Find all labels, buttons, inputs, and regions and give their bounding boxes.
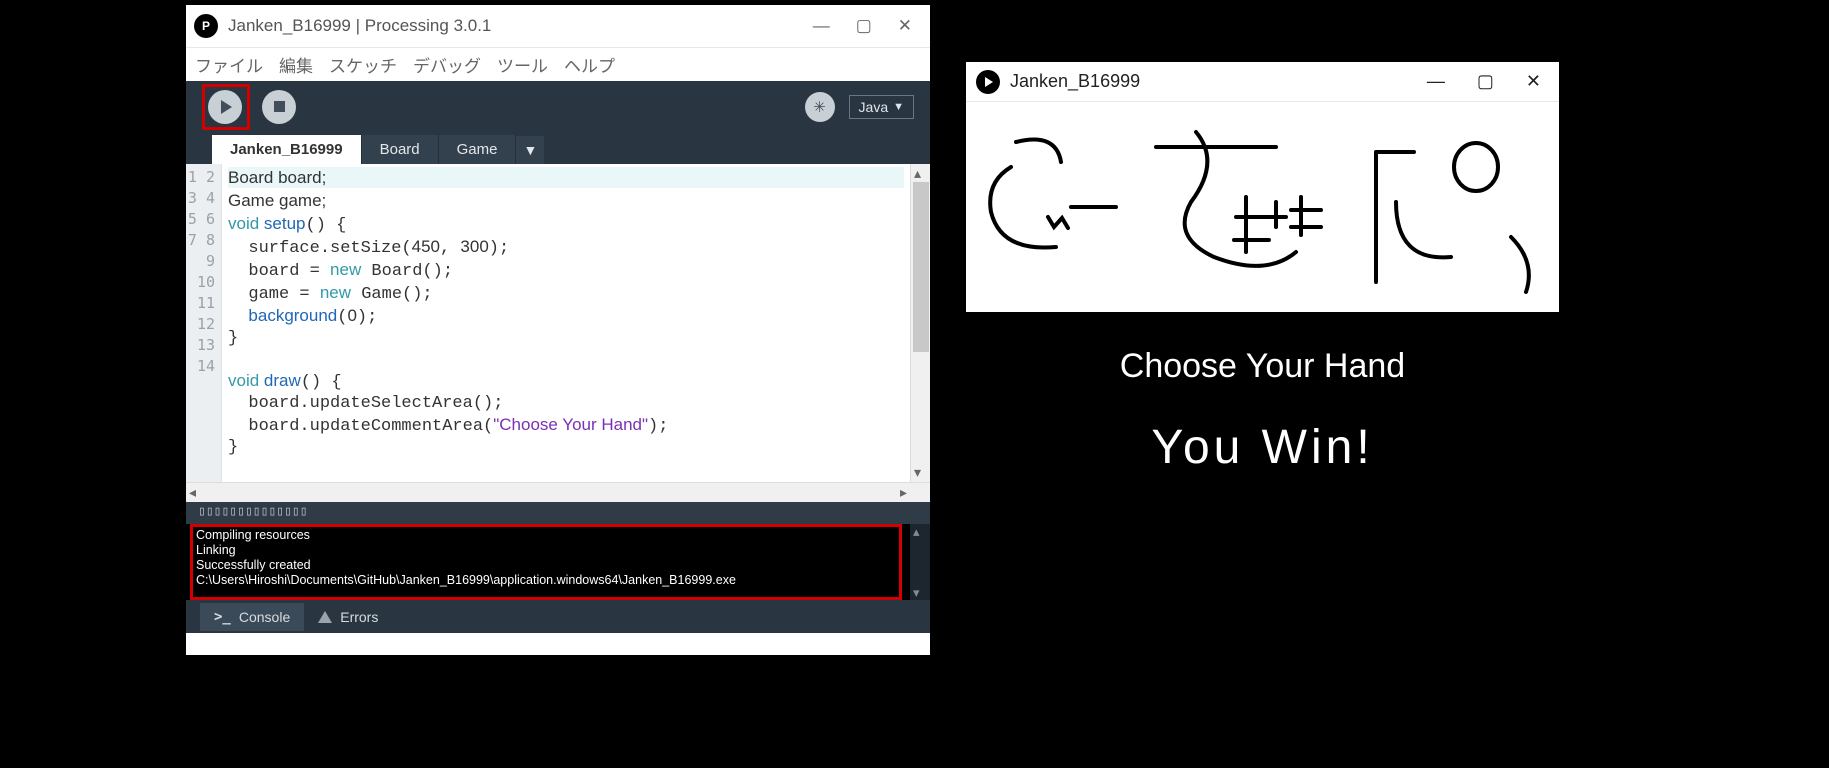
sketch-message-area: Choose Your Hand You Win!: [966, 312, 1559, 509]
ide-menubar: ファイル 編集 スケッチ デバッグ ツール ヘルプ: [186, 48, 930, 81]
minimize-button[interactable]: —: [813, 16, 830, 36]
line-number-gutter: 1 2 3 4 5 6 7 8 9 10 11 12 13 14: [186, 164, 222, 482]
warning-icon: [318, 611, 332, 623]
run-button-highlight: [202, 84, 250, 130]
sketch-app-icon: [976, 70, 1000, 94]
ide-statusbar: >_ Console Errors: [186, 600, 930, 633]
play-icon: [221, 100, 232, 114]
scroll-up-icon[interactable]: ▴: [914, 165, 921, 182]
console-line: C:\Users\Hiroshi\Documents\GitHub\Janken…: [196, 573, 920, 588]
debug-button[interactable]: ✳: [805, 92, 835, 122]
close-button[interactable]: ✕: [898, 16, 912, 36]
console-icon: >_: [214, 609, 231, 625]
menu-sketch[interactable]: スケッチ: [326, 50, 400, 79]
stop-icon: [274, 101, 285, 112]
processing-ide-window: P Janken_B16999 | Processing 3.0.1 — ▢ ✕…: [186, 5, 930, 655]
close-button[interactable]: ✕: [1526, 71, 1541, 92]
scroll-down-icon[interactable]: ▾: [913, 585, 920, 600]
scroll-up-icon[interactable]: ▴: [913, 524, 920, 539]
result-text: You Win!: [1151, 420, 1373, 475]
chevron-down-icon: ▼: [893, 101, 904, 113]
code-editor[interactable]: 1 2 3 4 5 6 7 8 9 10 11 12 13 14 Board b…: [186, 164, 930, 482]
vertical-scrollbar[interactable]: ▴ ▾: [910, 164, 930, 482]
tab-game[interactable]: Game: [439, 135, 517, 164]
tab-menu-button[interactable]: ▼: [516, 136, 544, 164]
run-button[interactable]: [208, 90, 242, 124]
handwriting-drawing: [966, 102, 1559, 312]
sketch-canvas[interactable]: [966, 102, 1559, 312]
sketch-output-window: Janken_B16999 — ▢ ✕: [966, 62, 1559, 509]
sketch-window-title: Janken_B16999: [1010, 71, 1427, 92]
menu-file[interactable]: ファイル: [192, 50, 266, 79]
scroll-left-icon[interactable]: ◂: [189, 484, 196, 501]
errors-tab[interactable]: Errors: [304, 603, 392, 631]
sketch-tabs: Janken_B16999 Board Game ▼: [186, 132, 930, 164]
console-line: Linking: [196, 543, 920, 558]
menu-debug[interactable]: デバッグ: [410, 50, 484, 79]
sketch-titlebar[interactable]: Janken_B16999 — ▢ ✕: [966, 62, 1559, 102]
maximize-button[interactable]: ▢: [856, 16, 872, 36]
prompt-text: Choose Your Hand: [1120, 347, 1405, 386]
ide-window-title: Janken_B16999 | Processing 3.0.1: [228, 16, 813, 36]
tab-janken[interactable]: Janken_B16999: [212, 135, 362, 164]
tab-board[interactable]: Board: [362, 135, 439, 164]
scrollbar-thumb[interactable]: [913, 182, 929, 352]
console-tab[interactable]: >_ Console: [200, 603, 304, 631]
ide-toolbar: ✳ Java ▼: [186, 81, 930, 132]
maximize-button[interactable]: ▢: [1477, 71, 1494, 92]
errors-tab-label: Errors: [340, 609, 378, 625]
language-mode-label: Java: [859, 99, 889, 115]
console-tab-label: Console: [239, 609, 290, 625]
console-output[interactable]: Compiling resources Linking Successfully…: [186, 524, 930, 600]
processing-logo-icon: P: [194, 14, 218, 38]
console-scrollbar[interactable]: ▴ ▾: [910, 524, 930, 600]
language-mode-selector[interactable]: Java ▼: [849, 95, 914, 119]
console-line: Compiling resources: [196, 528, 920, 543]
code-area[interactable]: Board board; Game game; void setup() { s…: [222, 164, 910, 482]
debug-icon: ✳: [813, 98, 826, 116]
horizontal-scrollbar[interactable]: ◂ ▸: [186, 482, 930, 502]
menu-tools[interactable]: ツール: [494, 50, 551, 79]
scroll-down-icon[interactable]: ▾: [914, 464, 921, 481]
menu-help[interactable]: ヘルプ: [561, 50, 618, 79]
menu-edit[interactable]: 編集: [276, 50, 316, 79]
console-line: Successfully created: [196, 558, 920, 573]
console-header: ▯▯▯▯▯▯▯▯▯▯▯▯▯▯: [186, 502, 930, 524]
stop-button[interactable]: [262, 90, 296, 124]
ide-titlebar[interactable]: P Janken_B16999 | Processing 3.0.1 — ▢ ✕: [186, 5, 930, 48]
scroll-right-icon[interactable]: ▸: [900, 484, 907, 501]
minimize-button[interactable]: —: [1427, 71, 1445, 92]
